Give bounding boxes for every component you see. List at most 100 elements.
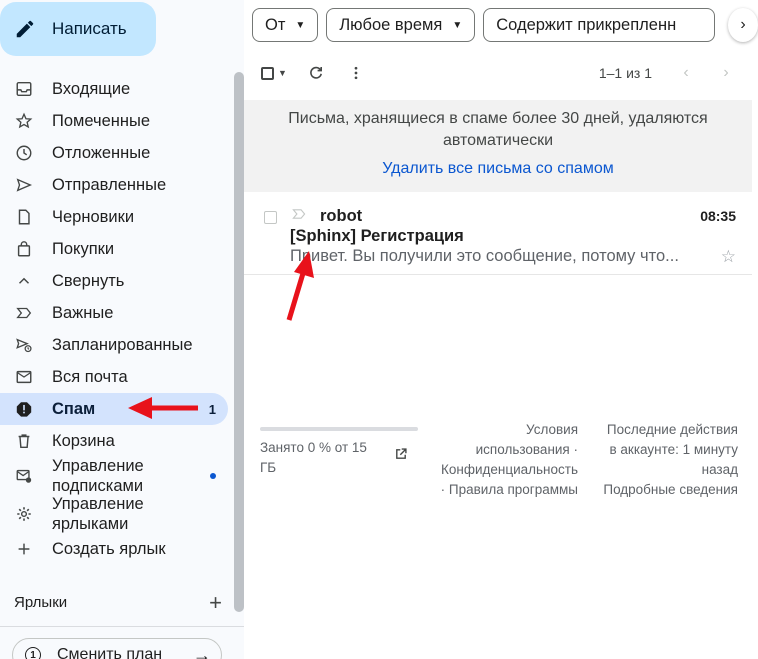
sidebar-item-label: Помеченные xyxy=(52,111,151,130)
compose-label: Написать xyxy=(52,19,127,38)
chevron-up-icon xyxy=(14,271,34,291)
sidebar-item-create-label[interactable]: Создать ярлык xyxy=(0,533,228,565)
next-page-button[interactable]: › xyxy=(714,61,738,85)
sidebar-item-label: Спам xyxy=(52,399,96,418)
terms-link[interactable]: использования · xyxy=(418,440,578,460)
main-panel: От ▼ Любое время ▼ Содержит прикрепленн … xyxy=(244,0,758,659)
arrow-right-icon: → xyxy=(193,644,211,659)
sidebar-item-sent[interactable]: Отправленные xyxy=(0,169,228,201)
pencil-icon xyxy=(16,20,34,38)
chevron-left-icon: ‹ xyxy=(683,64,689,81)
labels-header: Ярлыки + xyxy=(14,591,222,613)
sidebar-item-purchases[interactable]: Покупки xyxy=(0,233,228,265)
draft-icon xyxy=(14,207,34,227)
delete-all-spam-link[interactable]: Удалить все письма со спамом xyxy=(244,158,752,180)
activity-text: Последние действия xyxy=(606,422,738,437)
filter-time[interactable]: Любое время ▼ xyxy=(326,8,476,42)
spam-info-banner: Письма, хранящиеся в спаме более 30 дней… xyxy=(244,100,752,192)
subscriptions-icon xyxy=(14,466,34,486)
clock-icon xyxy=(14,143,34,163)
sidebar-item-label: Важные xyxy=(52,303,114,322)
change-plan-button[interactable]: 1 Сменить план → xyxy=(12,638,222,659)
filter-time-label: Любое время xyxy=(339,15,443,34)
sidebar-item-trash[interactable]: Корзина xyxy=(0,425,228,457)
mail-toolbar: ▼ 1–1 из 1 ‹ › xyxy=(244,56,758,90)
sidebar-item-label: Корзина xyxy=(52,431,115,450)
open-external-icon[interactable] xyxy=(394,446,408,466)
sidebar-item-label: Черновики xyxy=(52,207,135,226)
email-snippet: Привет. Вы получили это сообщение, потом… xyxy=(290,247,679,265)
sidebar-item-scheduled[interactable]: Запланированные xyxy=(0,329,228,361)
footer-terms: Условия использования · Конфиденциальнос… xyxy=(418,420,578,500)
sidebar: Написать Входящие Помеченные Отложенные … xyxy=(0,0,244,659)
pagination-text: 1–1 из 1 xyxy=(598,65,652,81)
sidebar-item-spam[interactable]: Спам 1 xyxy=(0,393,228,425)
program-policy-link[interactable]: · Правила программы xyxy=(418,480,578,500)
sidebar-item-drafts[interactable]: Черновики xyxy=(0,201,228,233)
table-row[interactable]: robot 08:35 [Sphinx] Регистрация Привет.… xyxy=(244,203,752,275)
important-marker-icon[interactable] xyxy=(292,207,306,225)
caret-down-icon: ▼ xyxy=(278,68,287,78)
sidebar-divider xyxy=(0,626,244,627)
spam-icon xyxy=(14,399,34,419)
sidebar-item-all-mail[interactable]: Вся почта xyxy=(0,361,228,393)
sidebar-item-label: Входящие xyxy=(52,79,131,98)
email-subject: [Sphinx] Регистрация xyxy=(290,227,464,245)
notification-dot xyxy=(210,473,216,479)
sidebar-item-important[interactable]: Важные xyxy=(0,297,228,329)
activity-text: назад xyxy=(701,462,738,477)
send-icon xyxy=(14,175,34,195)
sidebar-item-manage-labels[interactable]: Управление ярлыками xyxy=(0,495,228,533)
sidebar-item-label: Управление подписками xyxy=(52,456,144,496)
chevron-right-icon: › xyxy=(723,64,729,81)
details-link[interactable]: Подробные сведения xyxy=(578,480,738,500)
spam-info-text: Письма, хранящиеся в спаме более 30 дней… xyxy=(288,110,708,149)
prev-page-button[interactable]: ‹ xyxy=(674,61,698,85)
sidebar-item-label: Управление ярлыками xyxy=(52,494,144,534)
label-line-2: подписками xyxy=(52,477,144,495)
refresh-button[interactable] xyxy=(296,56,336,90)
add-label-button[interactable]: + xyxy=(209,591,222,613)
sidebar-item-starred[interactable]: Помеченные xyxy=(0,105,228,137)
caret-down-icon: ▼ xyxy=(452,19,463,31)
activity-text: в аккаунте: 1 минуту xyxy=(609,442,738,457)
scheduled-icon xyxy=(14,335,34,355)
plus-icon xyxy=(14,539,34,559)
row-checkbox[interactable] xyxy=(264,211,277,224)
select-all-checkbox[interactable]: ▼ xyxy=(244,56,296,90)
star-icon xyxy=(14,111,34,131)
sidebar-item-label: Свернуть xyxy=(52,271,125,290)
inbox-icon xyxy=(14,79,34,99)
sidebar-item-label: Отправленные xyxy=(52,175,167,194)
bag-icon xyxy=(14,239,34,259)
filter-attachment[interactable]: Содержит прикрепленн xyxy=(483,8,716,42)
privacy-link[interactable]: Конфиденциальность xyxy=(418,460,578,480)
labels-title: Ярлыки xyxy=(14,594,68,611)
sidebar-scrollbar[interactable] xyxy=(234,72,244,612)
email-sender: robot xyxy=(320,207,363,225)
sidebar-item-label: Создать ярлык xyxy=(52,539,166,558)
search-filters: От ▼ Любое время ▼ Содержит прикрепленн xyxy=(252,8,716,42)
filter-from[interactable]: От ▼ xyxy=(252,8,319,42)
filter-from-label: От xyxy=(265,15,286,34)
sidebar-item-label: Вся почта xyxy=(52,367,128,386)
sidebar-item-snoozed[interactable]: Отложенные xyxy=(0,137,228,169)
sidebar-item-label: Отложенные xyxy=(52,143,151,162)
sidebar-nav: Входящие Помеченные Отложенные Отправлен… xyxy=(0,73,228,565)
terms-link[interactable]: Условия xyxy=(418,420,578,440)
gear-icon xyxy=(14,504,34,524)
chevron-right-icon: › xyxy=(740,16,746,33)
storage-text: Занято 0 % от 15 ГБ xyxy=(260,440,367,475)
compose-button[interactable]: Написать xyxy=(0,2,156,56)
more-vert-icon xyxy=(354,66,358,80)
filters-scroll-right-button[interactable]: › xyxy=(728,8,758,42)
footer-activity: Последние действия в аккаунте: 1 минуту … xyxy=(578,420,738,500)
star-icon[interactable]: ☆ xyxy=(721,247,736,267)
sidebar-item-subscriptions[interactable]: Управление подписками xyxy=(0,457,228,495)
more-options-button[interactable] xyxy=(336,56,376,90)
unread-count: 1 xyxy=(208,401,216,417)
sidebar-item-collapse[interactable]: Свернуть xyxy=(0,265,228,297)
change-plan-label: Сменить план xyxy=(57,646,163,659)
sidebar-item-inbox[interactable]: Входящие xyxy=(0,73,228,105)
storage-bar xyxy=(260,427,418,431)
